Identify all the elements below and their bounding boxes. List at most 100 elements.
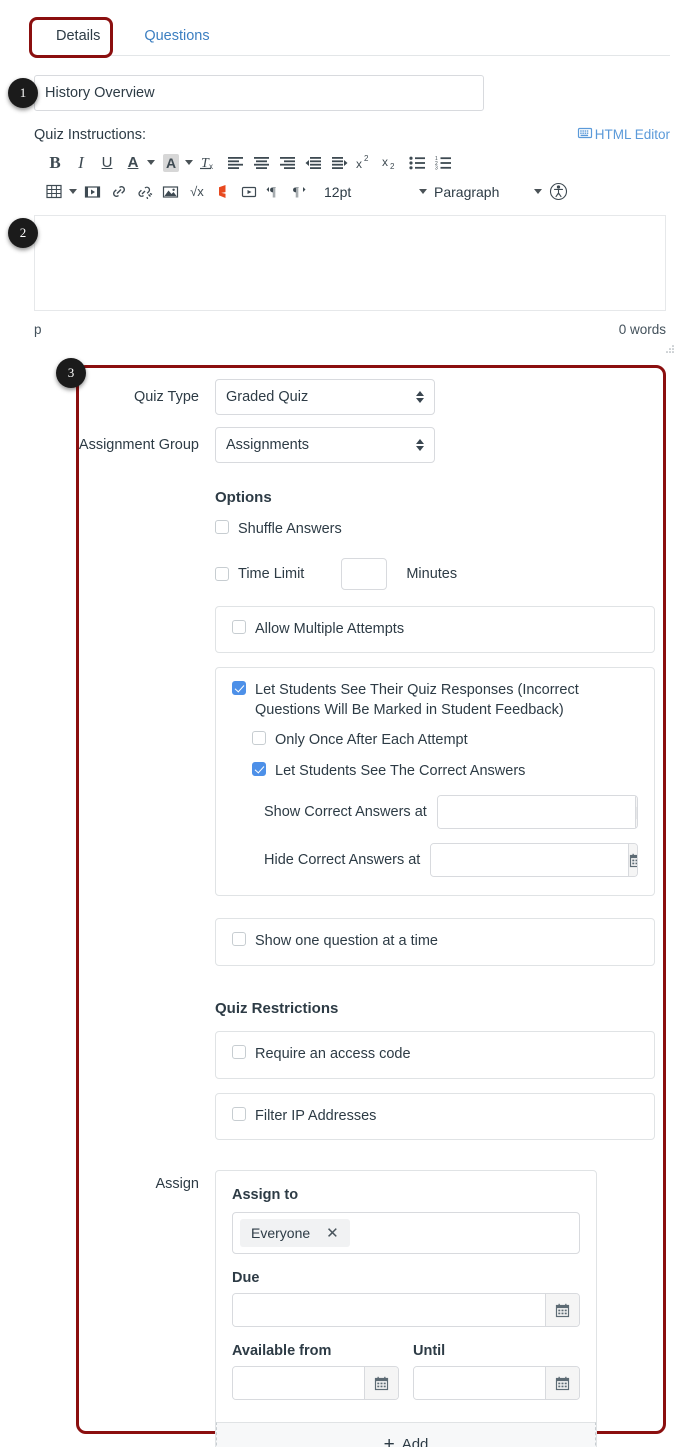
editor-status-bar: p 0 words [34,322,666,337]
accessibility-checker-icon[interactable] [545,179,572,205]
until-input[interactable] [414,1367,545,1400]
numbered-list-icon[interactable]: 123 [430,150,456,176]
font-size-value: 12pt [324,183,352,200]
allow-multiple-attempts-checkbox[interactable] [232,619,246,634]
due-date-calendar-icon[interactable] [545,1294,579,1327]
assignment-group-value: Assignments [226,437,310,453]
outdent-icon[interactable] [300,150,326,176]
highlight-color-icon[interactable]: A [158,150,184,176]
quiz-type-stepper-icon [416,391,424,403]
let-students-see-responses-row[interactable]: Let Students See Their Quiz Responses (I… [232,681,638,720]
time-limit-minutes-input[interactable] [341,557,388,590]
text-color-chevron-down-icon[interactable] [147,160,155,165]
let-students-see-responses-label: Let Students See Their Quiz Responses (I… [255,682,579,718]
annotation-badge-2: 2 [8,218,38,248]
hide-correct-answers-calendar-icon[interactable] [628,844,638,877]
math-equation-icon[interactable]: √x [184,179,210,205]
tab-bar: Details Questions [34,18,670,56]
table-chevron-down-icon[interactable] [69,189,77,194]
remove-token-close-icon[interactable]: ✕ [326,1226,339,1241]
available-from-input[interactable] [233,1367,364,1400]
filter-ip-addresses-label: Filter IP Addresses [255,1107,377,1124]
font-size-chevron-down-icon[interactable] [419,189,427,194]
office365-icon[interactable] [210,179,236,205]
assign-to-token-field[interactable]: Everyone ✕ [232,1212,580,1255]
only-once-after-each-attempt-row[interactable]: Only Once After Each Attempt [232,731,638,751]
show-correct-answers-calendar-icon[interactable] [634,796,637,829]
italic-icon[interactable]: I [68,150,94,176]
quiz-title-input[interactable] [34,75,484,111]
ltr-direction-icon[interactable]: ¶ [262,179,288,205]
filter-ip-addresses-checkbox[interactable] [232,1106,246,1121]
clear-formatting-icon[interactable]: Tx [196,150,222,176]
align-left-icon[interactable] [222,150,248,176]
hide-correct-answers-at-input[interactable] [431,844,629,877]
align-right-icon[interactable] [274,150,300,176]
table-icon[interactable] [42,179,68,205]
indent-icon[interactable] [326,150,352,176]
toolbar-row-2: √x ¶ ¶ 12pt Paragraph [34,177,666,206]
until-calendar-icon[interactable] [545,1367,579,1400]
text-color-icon[interactable]: A [120,150,146,176]
block-format-value: Paragraph [434,183,500,200]
only-once-after-each-attempt-checkbox[interactable] [252,731,266,746]
tab-details-label: Details [56,27,101,44]
until-label: Until [413,1343,446,1360]
svg-text:3: 3 [435,165,438,170]
bulleted-list-icon[interactable] [404,150,430,176]
toolbar-row-1: B I U A A Tx x 2 x 2 1 2 3 [34,148,666,177]
quiz-type-value: Graded Quiz [226,389,309,405]
link-icon[interactable] [106,179,132,205]
due-label: Due [232,1270,260,1287]
until-group: Until [413,1343,580,1401]
image-icon[interactable] [158,179,184,205]
let-students-see-responses-checkbox[interactable] [232,681,246,696]
minutes-label: Minutes [406,565,458,582]
show-one-question-row[interactable]: Show one question at a time [232,932,638,952]
filter-ip-addresses-row[interactable]: Filter IP Addresses [232,1106,638,1127]
rtl-direction-icon[interactable]: ¶ [288,179,314,205]
hide-correct-answers-at-row: Hide Correct Answers at [232,843,638,878]
editor-resize-handle[interactable] [666,340,674,353]
show-one-question-checkbox[interactable] [232,932,246,947]
require-access-code-row[interactable]: Require an access code [232,1044,638,1065]
allow-multiple-attempts-label: Allow Multiple Attempts [255,620,405,637]
let-students-see-correct-answers-checkbox[interactable] [252,761,266,776]
quiz-instructions-label: Quiz Instructions: [34,127,147,143]
media-icon[interactable] [80,179,106,205]
font-size-select[interactable]: 12pt [320,179,430,205]
align-center-icon[interactable] [248,150,274,176]
quiz-type-select[interactable]: Graded Quiz [215,379,435,415]
superscript-icon[interactable]: x2 [352,150,378,176]
tab-details[interactable]: Details [34,22,122,55]
options-column: Options Shuffle Answers Time Limit Minut… [0,489,671,1141]
quiz-settings-form: Quiz Type Graded Quiz Assignment Group A… [0,365,686,1447]
due-date-input[interactable] [233,1294,545,1327]
record-video-icon[interactable] [236,179,262,205]
shuffle-answers-row[interactable]: Shuffle Answers [215,520,655,540]
allow-multiple-attempts-row[interactable]: Allow Multiple Attempts [232,619,638,640]
block-format-select[interactable]: Paragraph [430,179,545,205]
unlink-icon[interactable] [132,179,158,205]
assignment-group-select[interactable]: Assignments [215,427,435,463]
block-format-chevron-down-icon[interactable] [534,189,542,194]
svg-text:x: x [356,157,362,170]
tab-questions[interactable]: Questions [122,22,231,55]
bold-icon[interactable]: B [42,150,68,176]
subscript-icon[interactable]: x2 [378,150,404,176]
let-students-see-correct-answers-row[interactable]: Let Students See The Correct Answers [232,761,638,782]
add-assignment-override-button[interactable]: + Add [216,1422,596,1447]
shuffle-answers-checkbox[interactable] [215,520,229,534]
keyboard-icon [577,126,593,142]
available-from-calendar-icon[interactable] [364,1367,398,1400]
assign-to-token: Everyone ✕ [240,1219,350,1248]
underline-icon[interactable]: U [94,150,120,176]
show-correct-answers-at-input[interactable] [437,796,635,829]
shuffle-answers-label: Shuffle Answers [238,521,342,537]
quiz-instructions-editor[interactable] [34,215,666,311]
require-access-code-checkbox[interactable] [232,1044,246,1059]
time-limit-checkbox[interactable] [215,566,229,581]
highlight-color-chevron-down-icon[interactable] [185,160,193,165]
html-editor-toggle[interactable]: HTML Editor [577,126,670,142]
svg-text:x: x [382,155,388,169]
